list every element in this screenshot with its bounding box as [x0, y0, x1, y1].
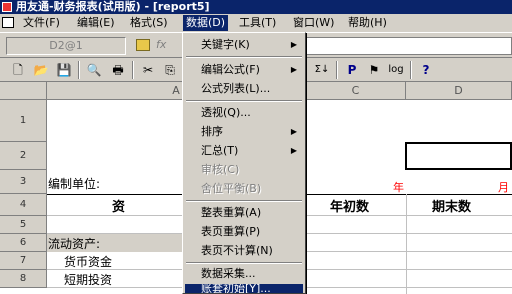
menu-item-data-collect[interactable]: 数据采集... — [185, 265, 303, 283]
short-invest-label: 短期投资 — [64, 273, 113, 287]
log-icon[interactable]: log — [386, 62, 406, 78]
unit-label: 编制单位: — [48, 177, 101, 191]
submenu-arrow-icon: ▶ — [290, 40, 297, 49]
menu-bar: 文件(F) 编辑(E) 格式(S) 数据(D) 工具(T) 窗口(W) 帮助(H… — [0, 14, 512, 32]
menu-separator — [186, 100, 302, 102]
menu-data[interactable]: 数据(D) — [183, 15, 229, 31]
end-header: 期末数 — [432, 200, 472, 215]
menu-item-rounding-balance: 舍位平衡(B) — [201, 182, 262, 195]
selected-cell-d2[interactable] — [405, 142, 512, 170]
month-label: 月 — [498, 181, 509, 194]
row-header-5[interactable]: 5 — [0, 216, 47, 234]
row-header-4[interactable]: 4 — [0, 194, 47, 216]
data-menu-dropdown: 关键字(K) ▶ 编辑公式(F) ▶ 公式列表(L)... 透视(Q)... 排序 ▶… — [182, 32, 306, 294]
save-icon[interactable]: 💾 — [56, 62, 72, 78]
app-icon — [2, 2, 12, 12]
row-header-2[interactable]: 2 — [0, 142, 47, 170]
row-header-8[interactable]: 8 — [0, 270, 47, 288]
submenu-arrow-icon: ▶ — [290, 146, 297, 155]
year-label: 年 — [393, 181, 404, 194]
menu-item-no-calc[interactable]: 表页不计算(N) — [185, 241, 303, 260]
flag-icon[interactable]: ⚑ — [366, 62, 382, 78]
submenu-arrow-icon: ▶ — [290, 65, 297, 74]
menu-item-recalc-all[interactable]: 整表重算(A) — [185, 203, 303, 222]
submenu-arrow-icon: ▶ — [290, 127, 297, 136]
menu-window[interactable]: 窗口(W) — [290, 15, 337, 31]
new-file-icon[interactable]: 🗋 — [10, 62, 26, 78]
cash-label: 货币资金 — [64, 255, 113, 269]
copy-icon[interactable]: ⎘ — [162, 62, 178, 78]
menu-tools[interactable]: 工具(T) — [236, 15, 279, 31]
toolbar-separator — [410, 61, 412, 79]
menu-item-recalc-page[interactable]: 表页重算(P) — [185, 222, 303, 241]
print-preview-icon[interactable]: 🔍 — [86, 62, 102, 78]
function-wizard-icon[interactable] — [136, 39, 150, 51]
menu-separator — [186, 262, 302, 264]
menu-separator — [186, 56, 302, 58]
menu-item-edit-formula[interactable]: 编辑公式(F) ▶ — [185, 60, 303, 79]
current-assets-label: 流动资产: — [48, 237, 101, 251]
document-icon[interactable] — [2, 17, 14, 28]
title-bar: 用友通-财务报表(试用版) - [report5] — [0, 0, 512, 14]
cut-icon[interactable]: ✂ — [140, 62, 156, 78]
toolbar-separator — [132, 61, 134, 79]
menu-item-formula-list[interactable]: 公式列表(L)... — [185, 79, 303, 98]
menu-item-summary[interactable]: 汇总(T) ▶ — [185, 141, 303, 160]
sheet-corner[interactable] — [0, 82, 47, 100]
column-header-d[interactable]: D — [406, 82, 512, 100]
menu-item-audit: 审核(C) — [201, 163, 240, 176]
print-icon[interactable]: 🖶 — [110, 62, 126, 78]
toolbar-separator — [336, 61, 338, 79]
begin-header: 年初数 — [330, 200, 370, 215]
p-icon[interactable]: P — [344, 62, 360, 78]
column-header-c[interactable]: C — [306, 82, 406, 100]
cell-reference-box[interactable]: D2@1 — [6, 37, 126, 55]
menu-help[interactable]: 帮助(H) — [345, 15, 390, 31]
menu-file[interactable]: 文件(F) — [20, 15, 63, 31]
toolbar-separator — [78, 61, 80, 79]
menu-item-pivot[interactable]: 透视(Q)... — [185, 103, 303, 122]
help-pointer-icon[interactable]: ? — [418, 62, 434, 78]
menu-item-account-init[interactable]: 账套初始[Y]... — [185, 284, 303, 293]
menu-item-sort[interactable]: 排序 ▶ — [185, 122, 303, 141]
menu-edit[interactable]: 编辑(E) — [74, 15, 118, 31]
row-header-1[interactable]: 1 — [0, 100, 47, 142]
menu-separator — [186, 200, 302, 202]
gridline — [406, 194, 407, 294]
row-header-7[interactable]: 7 — [0, 252, 47, 270]
row-header-6[interactable]: 6 — [0, 234, 47, 252]
formula-input[interactable] — [306, 37, 512, 55]
fx-icon[interactable]: fx — [156, 38, 166, 51]
open-folder-icon[interactable]: 📂 — [33, 62, 49, 78]
sort-sigma-icon[interactable]: Σ↓ — [312, 62, 332, 78]
menu-item-keyword[interactable]: 关键字(K) ▶ — [185, 35, 303, 54]
row-header-3[interactable]: 3 — [0, 170, 47, 194]
window-title: 用友通-财务报表(试用版) - [report5] — [16, 0, 210, 13]
menu-format[interactable]: 格式(S) — [127, 15, 171, 31]
